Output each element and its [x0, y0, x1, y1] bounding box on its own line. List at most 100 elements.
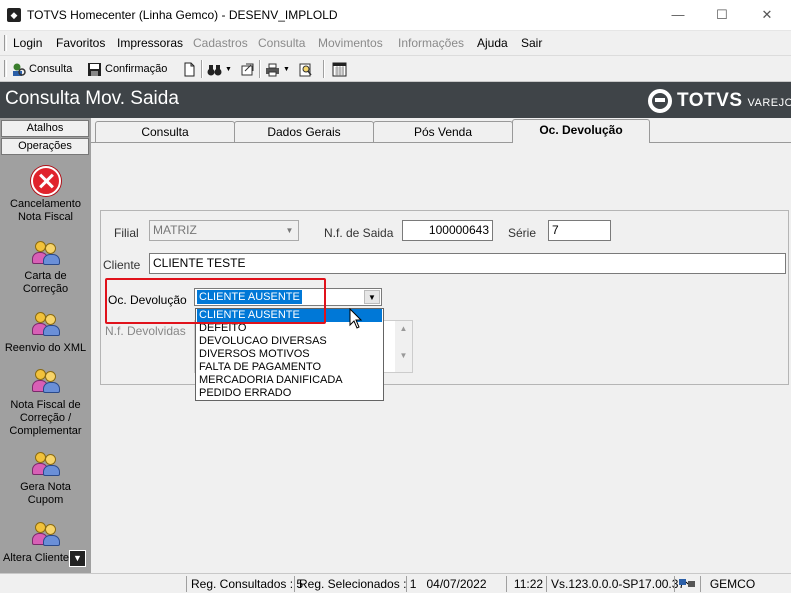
status-reg-consultados: Reg. Consultados : 5: [186, 576, 303, 592]
sidebar-item-label: Carta de Correção: [16, 270, 76, 296]
binoculars-button[interactable]: ▼: [207, 61, 232, 77]
toolbar-grip: [4, 60, 7, 77]
nf-saida-field[interactable]: 100000643: [402, 220, 493, 241]
sidebar-item-nf-correcao[interactable]: Nota Fiscal de Correção / Complementar: [0, 368, 91, 438]
minimize-button[interactable]: —: [668, 6, 688, 24]
print-button[interactable]: ▼: [265, 61, 290, 77]
atalhos-button[interactable]: Atalhos: [1, 120, 89, 137]
menu-login[interactable]: Login: [13, 36, 42, 50]
status-date: 04/07/2022: [406, 576, 502, 592]
cliente-field[interactable]: CLIENTE TESTE: [149, 253, 786, 274]
scroll-up-icon: ▲: [395, 324, 412, 333]
filial-value: MATRIZ: [153, 223, 197, 237]
dropdown-option[interactable]: DIVERSOS MOTIVOS: [197, 348, 382, 361]
status-version: Vs.123.0.0.0-SP17.00.37: [546, 576, 685, 592]
toolbar-separator: [323, 60, 325, 78]
menu-grip: [4, 35, 7, 51]
menu-bar: Login Favoritos Impressoras Cadastros Co…: [0, 31, 791, 56]
menu-ajuda[interactable]: Ajuda: [477, 36, 508, 50]
scroll-down-icon: ▼: [395, 351, 412, 360]
dropdown-option[interactable]: PEDIDO ERRADO: [197, 387, 382, 400]
filial-label: Filial: [114, 226, 139, 240]
consulta-button[interactable]: Consulta: [11, 61, 72, 77]
people-icon: [31, 240, 61, 266]
tab-dados-gerais[interactable]: Dados Gerais: [234, 121, 374, 143]
dropdown-option[interactable]: MERCADORIA DANIFICADA: [197, 374, 382, 387]
people-icon: [31, 451, 61, 477]
highlight-box: [105, 278, 326, 324]
close-button[interactable]: ✕: [757, 6, 777, 24]
menu-impressoras[interactable]: Impressoras: [117, 36, 183, 50]
menu-favoritos[interactable]: Favoritos: [56, 36, 105, 50]
printer-icon: [265, 62, 280, 77]
filial-select: MATRIZ ▼: [149, 220, 299, 241]
maximize-button[interactable]: ☐: [712, 6, 732, 24]
sidebar-scroll-down-button[interactable]: ▼: [69, 550, 86, 567]
tab-consulta[interactable]: Consulta: [95, 121, 235, 143]
sidebar-item-carta-correcao[interactable]: Carta de Correção: [0, 240, 91, 296]
people-icon: [31, 368, 61, 394]
chevron-down-icon: ▼: [225, 66, 232, 73]
sidebar-item-gera-nota-cupom[interactable]: Gera Nota Cupom: [0, 451, 91, 507]
window-titlebar: ◆ TOTVS Homecenter (Linha Gemco) - DESEN…: [0, 0, 791, 31]
export-button[interactable]: [240, 61, 255, 77]
status-bar: Reg. Consultados : 5 Reg. Selecionados :…: [0, 573, 791, 593]
menu-cadastros[interactable]: Cadastros: [193, 36, 248, 50]
mouse-cursor-icon: [349, 308, 365, 332]
menu-sair[interactable]: Sair: [521, 36, 542, 50]
page-title: Consulta Mov. Saida: [5, 88, 179, 110]
serie-label: Série: [508, 226, 536, 240]
page-header: Consulta Mov. Saida TOTVS VAREJO: [0, 82, 791, 118]
brand-name: TOTVS: [677, 90, 743, 112]
tab-pos-venda[interactable]: Pós Venda: [373, 121, 513, 143]
cliente-label: Cliente: [103, 258, 140, 272]
operacoes-button[interactable]: Operações: [1, 138, 89, 155]
search-person-icon: [11, 62, 26, 77]
consulta-label: Consulta: [29, 63, 72, 75]
chevron-down-icon[interactable]: ▼: [364, 290, 380, 304]
calendar-button[interactable]: [332, 61, 347, 77]
sidebar-item-cancelamento[interactable]: Cancelamento Nota Fiscal: [0, 166, 91, 224]
zoom-page-icon: [298, 62, 313, 77]
tab-oc-devolucao[interactable]: Oc. Devolução: [512, 119, 650, 143]
connection-icon: [674, 576, 700, 592]
export-icon: [240, 62, 255, 77]
scrollbar[interactable]: ▲ ▼: [395, 321, 412, 372]
brand-sub: VAREJO: [748, 97, 791, 109]
menu-movimentos[interactable]: Movimentos: [318, 36, 383, 50]
sidebar-item-label: Cancelamento Nota Fiscal: [0, 198, 91, 224]
confirmacao-button[interactable]: Confirmação: [87, 61, 167, 77]
sidebar-item-label: Reenvio do XML: [0, 342, 91, 355]
tab-bar: Consulta Dados Gerais Pós Venda Oc. Devo…: [91, 118, 791, 143]
chevron-down-icon: ▼: [283, 66, 290, 73]
sidebar: Atalhos Operações Cancelamento Nota Fisc…: [0, 118, 91, 573]
totvs-logo-icon: [648, 89, 672, 113]
serie-field[interactable]: 7: [548, 220, 611, 241]
sidebar-item-reenvio-xml[interactable]: Reenvio do XML: [0, 311, 91, 355]
menu-consulta[interactable]: Consulta: [258, 36, 305, 50]
status-time: 11:22: [506, 576, 546, 592]
app-icon: ◆: [7, 8, 21, 22]
toolbar-separator: [201, 60, 203, 78]
cancel-icon: [31, 166, 61, 196]
nf-saida-label: N.f. de Saida: [324, 226, 393, 240]
toolbar: Consulta Confirmação ▼ ▼: [0, 56, 791, 82]
chevron-down-icon: ▼: [282, 222, 297, 239]
dropdown-option[interactable]: FALTA DE PAGAMENTO: [197, 361, 382, 374]
sidebar-item-label: Nota Fiscal de Correção / Complementar: [7, 399, 85, 438]
new-document-icon: [182, 62, 197, 77]
sidebar-item-label: Gera Nota Cupom: [16, 481, 76, 507]
menu-informacoes[interactable]: Informações: [398, 36, 464, 50]
dropdown-option[interactable]: DEVOLUCAO DIVERSAS: [197, 335, 382, 348]
people-icon: [31, 311, 61, 337]
toolbar-separator: [259, 60, 261, 78]
confirmacao-label: Confirmação: [105, 63, 167, 75]
new-document-button[interactable]: [182, 61, 197, 77]
nf-devolvidas-label: N.f. Devolvidas: [105, 324, 186, 338]
status-reg-selecionados: Reg. Selecionados : 1: [294, 576, 416, 592]
preview-button[interactable]: [298, 61, 313, 77]
totvs-logo: TOTVS VAREJO: [648, 89, 791, 113]
window-title: TOTVS Homecenter (Linha Gemco) - DESENV_…: [27, 8, 338, 22]
people-icon: [31, 521, 61, 547]
calendar-icon: [332, 62, 347, 77]
